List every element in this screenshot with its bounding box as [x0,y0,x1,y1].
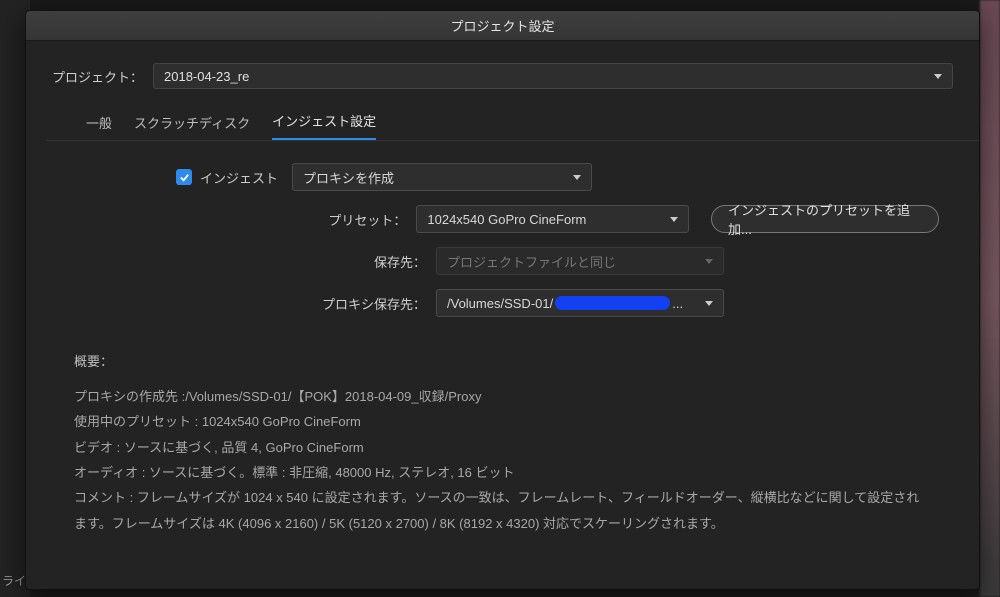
tab-ingest-settings[interactable]: インジェスト設定 [272,111,376,140]
summary-section: 概要： プロキシの作成先 :/Volumes/SSD-01/【POK】2018-… [26,341,979,536]
ingest-mode-select[interactable]: プロキシを作成 [292,163,592,191]
chevron-down-icon [705,259,713,264]
summary-line-1: プロキシの作成先 :/Volumes/SSD-01/【POK】2018-04-0… [74,384,931,409]
ingest-mode-row: インジェスト プロキシを作成 [86,163,939,191]
titlebar-text: プロジェクト設定 [450,16,554,35]
ingest-checkbox[interactable] [176,169,192,185]
ingest-checkbox-label: インジェスト [200,168,278,187]
redacted-path-segment [555,296,670,310]
preset-label: プリセット： [86,210,416,229]
proxy-dest-label: プロキシ保存先： [86,294,436,313]
chevron-down-icon [670,217,678,222]
project-select-value: 2018-04-23_re [164,69,249,84]
proxy-dest-select[interactable]: /Volumes/SSD-01/ ... [436,289,724,317]
tabs: 一般 スクラッチディスク インジェスト設定 [46,107,979,141]
side-truncated-label: ライ [2,572,26,589]
chevron-down-icon [934,74,942,79]
proxy-dest-value-suffix: ... [672,296,683,311]
preset-row: プリセット： 1024x540 GoPro CineForm インジェストのプリ… [86,205,939,233]
add-ingest-preset-button[interactable]: インジェストのプリセットを追加... [711,205,939,233]
project-settings-modal: プロジェクト設定 プロジェクト： 2018-04-23_re 一般 スクラッチデ… [25,10,980,590]
summary-line-4: オーディオ : ソースに基づく。標準 : 非圧縮, 48000 Hz, ステレオ… [74,460,931,485]
primary-dest-value: プロジェクトファイルと同じ [447,252,616,271]
proxy-dest-row: プロキシ保存先： /Volumes/SSD-01/ ... [86,289,939,317]
primary-dest-row: 保存先： プロジェクトファイルと同じ [86,247,939,275]
proxy-dest-value-prefix: /Volumes/SSD-01/ [447,296,553,311]
preset-value: 1024x540 GoPro CineForm [427,212,586,227]
primary-dest-select: プロジェクトファイルと同じ [436,247,724,275]
project-row: プロジェクト： 2018-04-23_re [26,41,979,107]
tab-general[interactable]: 一般 [86,113,112,140]
backdrop-right [980,0,1000,597]
primary-dest-label: 保存先： [86,252,436,271]
ingest-mode-value: プロキシを作成 [303,168,394,187]
summary-line-5: コメント : フレームサイズが 1024 x 540 に設定されます。ソースの一… [74,485,931,536]
ingest-panel: インジェスト プロキシを作成 プリセット： 1024x540 GoPro Cin… [26,141,979,341]
titlebar: プロジェクト設定 [26,11,979,41]
tab-scratch-disks[interactable]: スクラッチディスク [134,113,250,140]
project-select[interactable]: 2018-04-23_re [153,63,953,89]
summary-title: 概要： [74,351,931,370]
summary-line-3: ビデオ : ソースに基づく, 品質 4, GoPro CineForm [74,435,931,460]
preset-select[interactable]: 1024x540 GoPro CineForm [416,205,689,233]
check-icon [179,172,190,183]
chevron-down-icon [705,301,713,306]
ingest-checkbox-wrap: インジェスト [176,168,278,187]
project-label: プロジェクト： [52,67,143,86]
chevron-down-icon [573,175,581,180]
proxy-dest-value: /Volumes/SSD-01/ ... [447,296,683,311]
summary-line-2: 使用中のプリセット : 1024x540 GoPro CineForm [74,409,931,434]
